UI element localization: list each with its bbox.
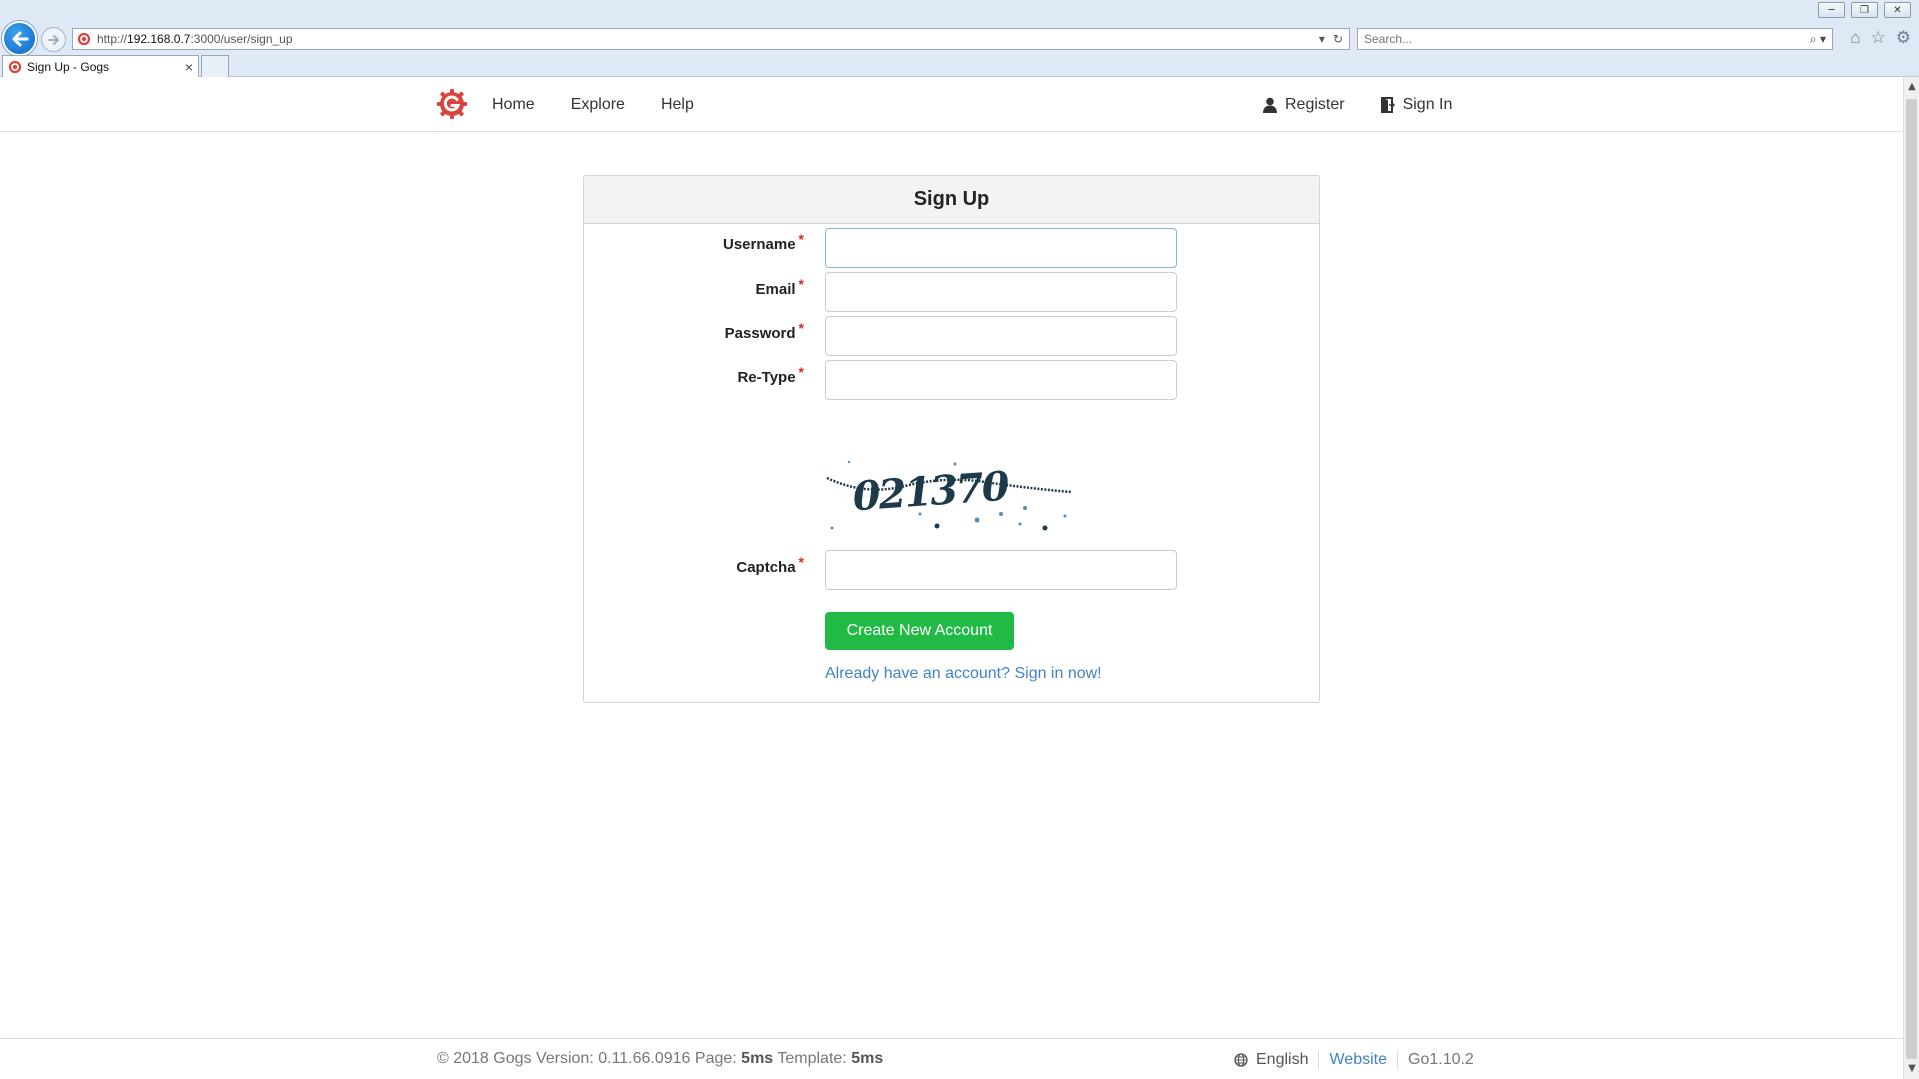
refresh-icon[interactable]: ↻ bbox=[1333, 32, 1343, 46]
footer-divider bbox=[1397, 1050, 1398, 1070]
address-bar[interactable]: http://192.168.0.7:3000/user/sign_up ▾ ↻ bbox=[72, 28, 1350, 50]
website-link[interactable]: Website bbox=[1329, 1051, 1387, 1069]
sign-in-link[interactable]: Already have an account? Sign in now! bbox=[825, 665, 1102, 683]
close-window-button[interactable]: ✕ bbox=[1884, 2, 1911, 18]
username-label: Username * bbox=[584, 231, 804, 253]
browser-toolbar: ⌂ ☆ ⚙ bbox=[1850, 28, 1911, 48]
browser-chrome: ─ ❐ ✕ http://192.168.0.7:3000/user/sign_… bbox=[0, 0, 1919, 77]
footer-copyright: © 2018 Gogs Version: 0.11.66.0916 Page: bbox=[437, 1050, 737, 1067]
search-icon[interactable]: ⌕ ▾ bbox=[1810, 32, 1832, 47]
footer-template-time: 5ms bbox=[851, 1050, 884, 1067]
gogs-favicon-icon bbox=[77, 32, 91, 46]
browser-tab-active[interactable]: Sign Up - Gogs × bbox=[2, 55, 199, 77]
nav-register[interactable]: Register bbox=[1263, 96, 1345, 114]
back-button[interactable] bbox=[2, 21, 37, 56]
nav-explore[interactable]: Explore bbox=[571, 96, 625, 114]
new-tab-button[interactable] bbox=[201, 55, 229, 77]
user-icon bbox=[1263, 97, 1277, 113]
url-host: 192.168.0.7 bbox=[127, 32, 191, 46]
captcha-input[interactable] bbox=[825, 550, 1177, 590]
home-icon[interactable]: ⌂ bbox=[1850, 28, 1860, 48]
create-account-button[interactable]: Create New Account bbox=[825, 612, 1014, 650]
retype-label: Re-Type * bbox=[584, 364, 804, 386]
footer: © 2018 Gogs Version: 0.11.66.0916 Page: … bbox=[0, 1038, 1903, 1079]
password-label-text: Password bbox=[724, 325, 796, 342]
required-mark: * bbox=[798, 231, 804, 247]
tab-title: Sign Up - Gogs bbox=[27, 59, 110, 74]
required-mark: * bbox=[798, 320, 804, 336]
window-controls: ─ ❐ ✕ bbox=[1818, 2, 1911, 18]
required-mark: * bbox=[798, 276, 804, 292]
sign-in-icon bbox=[1380, 96, 1395, 113]
password-label: Password * bbox=[584, 320, 804, 342]
gogs-logo-icon[interactable] bbox=[436, 88, 468, 120]
email-label-text: Email bbox=[755, 281, 796, 298]
main-nav: Home Explore Help bbox=[492, 77, 694, 132]
url-path: :3000/user/sign_up bbox=[190, 32, 293, 46]
vertical-scrollbar[interactable]: ▲ ▼ bbox=[1903, 77, 1919, 1079]
language-label: English bbox=[1256, 1051, 1309, 1068]
email-input[interactable] bbox=[825, 272, 1177, 312]
footer-template-label: Template: bbox=[777, 1050, 847, 1067]
required-mark: * bbox=[798, 554, 804, 570]
username-input[interactable] bbox=[825, 228, 1177, 268]
browser-search-input[interactable] bbox=[1364, 32, 1810, 46]
nav-home[interactable]: Home bbox=[492, 96, 535, 114]
language-selector[interactable]: English bbox=[1234, 1051, 1308, 1069]
register-label: Register bbox=[1285, 95, 1345, 113]
dropdown-arrow-icon[interactable]: ▾ bbox=[1319, 32, 1325, 46]
email-label: Email * bbox=[584, 276, 804, 298]
footer-links: English Website Go1.10.2 bbox=[1234, 1050, 1474, 1070]
arrow-left-icon bbox=[12, 31, 28, 46]
footer-page-time: 5ms bbox=[741, 1050, 774, 1067]
minimize-button[interactable]: ─ bbox=[1818, 2, 1845, 18]
arrow-right-icon bbox=[47, 34, 59, 45]
nav-sign-in[interactable]: Sign In bbox=[1380, 95, 1453, 114]
footer-divider bbox=[1318, 1050, 1320, 1070]
globe-icon bbox=[1234, 1053, 1248, 1067]
captcha-image[interactable]: 021370 bbox=[825, 456, 1075, 536]
sign-up-form: Sign Up Username * Email * Password * Re-Ty… bbox=[583, 175, 1320, 703]
auth-nav: Register Sign In bbox=[1263, 77, 1452, 132]
settings-gear-icon[interactable]: ⚙ bbox=[1896, 28, 1911, 48]
username-label-text: Username bbox=[723, 236, 796, 253]
gogs-tab-favicon-icon bbox=[8, 60, 22, 73]
favorites-star-icon[interactable]: ☆ bbox=[1871, 28, 1886, 48]
form-title: Sign Up bbox=[584, 176, 1319, 224]
captcha-text: 021370 bbox=[851, 463, 1011, 521]
password-input[interactable] bbox=[825, 316, 1177, 356]
page: Home Explore Help Register Sign In Sign … bbox=[0, 77, 1903, 1079]
url-prefix: http:// bbox=[97, 32, 128, 46]
scrollbar-thumb[interactable] bbox=[1906, 99, 1917, 1059]
browser-search-box[interactable]: ⌕ ▾ bbox=[1357, 28, 1833, 50]
sign-in-label: Sign In bbox=[1402, 95, 1453, 113]
captcha-label: Captcha * bbox=[584, 554, 804, 576]
retype-password-input[interactable] bbox=[825, 360, 1177, 400]
go-version: Go1.10.2 bbox=[1408, 1051, 1474, 1068]
required-mark: * bbox=[798, 364, 804, 380]
restore-button[interactable]: ❐ bbox=[1851, 2, 1878, 18]
retype-label-text: Re-Type bbox=[737, 369, 796, 386]
footer-version-info: © 2018 Gogs Version: 0.11.66.0916 Page: … bbox=[437, 1050, 883, 1068]
captcha-label-text: Captcha bbox=[736, 559, 796, 576]
scroll-up-icon[interactable]: ▲ bbox=[1904, 79, 1919, 95]
tab-close-icon[interactable]: × bbox=[180, 59, 198, 75]
nav-help[interactable]: Help bbox=[661, 96, 694, 114]
url-text[interactable]: http://192.168.0.7:3000/user/sign_up bbox=[97, 32, 1319, 46]
forward-button[interactable] bbox=[41, 27, 66, 52]
top-navbar: Home Explore Help Register Sign In bbox=[0, 77, 1903, 132]
scroll-down-icon[interactable]: ▼ bbox=[1904, 1061, 1919, 1077]
